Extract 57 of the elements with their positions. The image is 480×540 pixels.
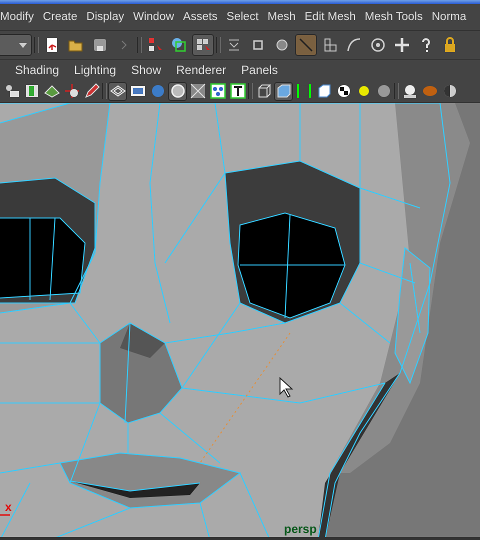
menu-item[interactable]: Mesh [263, 11, 300, 23]
component-icon [195, 37, 211, 53]
toolbar-button[interactable] [82, 82, 101, 100]
menu-item[interactable]: Panels [241, 63, 293, 77]
hierarchy-icon [147, 37, 163, 53]
menu-item[interactable]: Lighting [74, 63, 132, 77]
target-icon [370, 37, 386, 53]
toolbar-button[interactable] [274, 82, 293, 100]
ellipsoid-icon [422, 83, 438, 99]
menu-item[interactable]: Renderer [176, 63, 242, 77]
solid-cube-icon [276, 83, 292, 99]
sphere-icon [150, 83, 166, 99]
toolbar-button[interactable] [192, 34, 214, 56]
ring-icon [170, 83, 186, 99]
blocks-icon [322, 37, 338, 53]
menu-item[interactable]: Assets [178, 11, 222, 23]
toolbar-button[interactable] [62, 82, 81, 100]
menu-item[interactable]: Edit Mesh [300, 11, 360, 23]
menu-item[interactable]: Norma [427, 11, 471, 23]
half-shaded-circle-icon [442, 83, 458, 99]
film-icon [130, 83, 146, 99]
checker-icon [336, 83, 352, 99]
plus-icon [394, 37, 410, 53]
text-icon [230, 83, 246, 99]
layers-icon [226, 37, 242, 53]
viewport[interactable]: x persp [0, 103, 480, 540]
menu-item[interactable]: Window [128, 11, 179, 23]
toolbar-button[interactable] [228, 82, 247, 100]
toolbar-button[interactable] [108, 82, 127, 100]
toolbar-button[interactable] [188, 82, 207, 100]
wire-cube-icon [256, 83, 272, 99]
nodes-icon [210, 83, 226, 99]
axis-label: x [5, 500, 12, 514]
menu-item[interactable]: Modify [0, 11, 38, 23]
lock-icon [442, 37, 458, 53]
save-icon [92, 37, 108, 53]
pencil-icon [84, 83, 100, 99]
sphere-on-base-icon [402, 83, 418, 99]
toolbar-button[interactable] [168, 82, 187, 100]
new-scene-icon [44, 37, 60, 53]
menu-item[interactable]: Mesh Tools [360, 11, 428, 23]
menu-item[interactable]: Select [222, 11, 264, 23]
camera-label: persp [284, 522, 317, 536]
object-icon [171, 37, 187, 53]
curve-icon [346, 37, 362, 53]
menu-item[interactable]: Show [131, 63, 176, 77]
toolbar-button[interactable] [294, 82, 313, 100]
menu-item[interactable]: Shading [15, 63, 74, 77]
grid-icon [110, 83, 126, 99]
caret-icon [19, 42, 27, 48]
line-icon [298, 37, 314, 53]
matte-sphere-icon [376, 83, 392, 99]
menu-item[interactable]: Display [82, 11, 129, 23]
toolbar-button[interactable] [208, 82, 227, 100]
mode-dropdown[interactable] [0, 34, 32, 56]
menu-item[interactable]: Create [38, 11, 82, 23]
dot-icon [274, 37, 290, 53]
